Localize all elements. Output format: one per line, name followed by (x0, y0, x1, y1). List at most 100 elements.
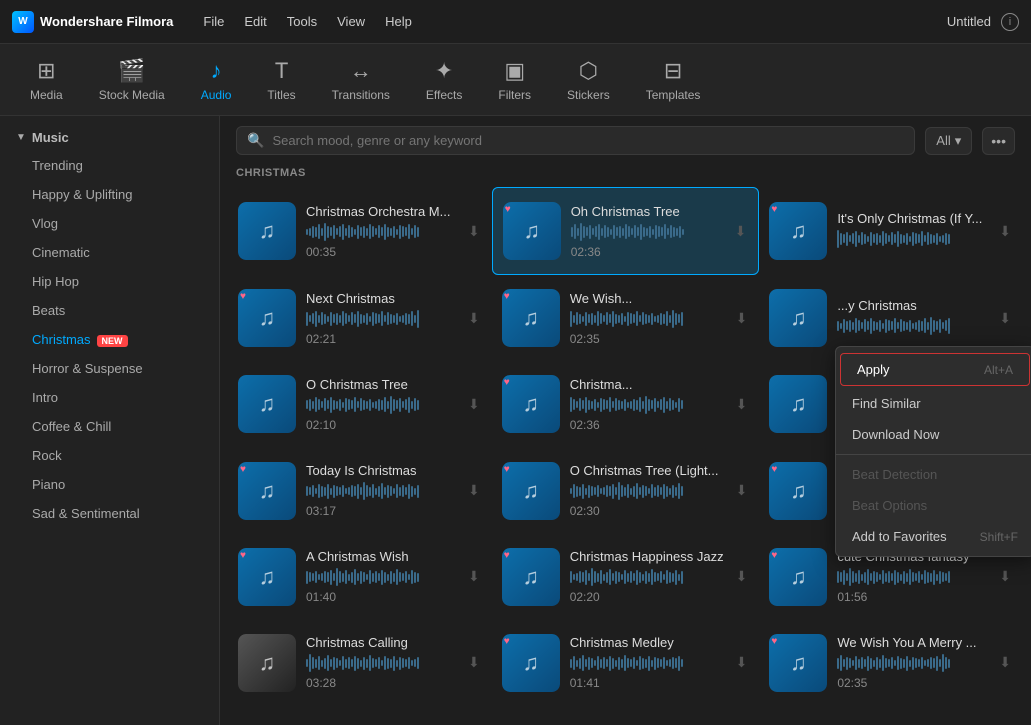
sidebar-item-beats[interactable]: Beats (0, 296, 219, 325)
wave-bar (888, 659, 890, 667)
sidebar-item-trending[interactable]: Trending (0, 151, 219, 180)
wave-bar (390, 486, 392, 496)
music-card-3[interactable]: ♫ ♥ It's Only Christmas (If Y... ⬇ (759, 187, 1023, 275)
sidebar-section-music[interactable]: ▼ Music (0, 124, 219, 151)
music-title-17: Christmas Medley (570, 635, 724, 650)
wave-bar (369, 570, 371, 584)
music-card-7[interactable]: ♫ O Christmas Tree 02:10 ⬇ (228, 361, 492, 447)
wave-bar (624, 487, 626, 496)
menu-item-tools[interactable]: Tools (287, 14, 317, 29)
wave-bar (363, 226, 365, 238)
menu-item-view[interactable]: View (337, 14, 365, 29)
download-button-15[interactable]: ⬇ (997, 566, 1013, 587)
wave-bar (405, 313, 407, 325)
context-menu-item-add-favorites[interactable]: Add to FavoritesShift+F (836, 521, 1031, 552)
download-button-16[interactable]: ⬇ (466, 652, 482, 673)
wave-bar (636, 660, 638, 666)
toolbar-item-effects[interactable]: ✦Effects (412, 52, 476, 108)
menu-item-edit[interactable]: Edit (244, 14, 266, 29)
sidebar-item-intro[interactable]: Intro (0, 383, 219, 412)
wave-bar (588, 573, 590, 581)
context-menu-item-download-now[interactable]: Download Now (836, 419, 1031, 450)
toolbar-item-media[interactable]: ⊞Media (16, 52, 77, 108)
sidebar-label-intro: Intro (32, 390, 58, 405)
wave-bar (336, 568, 338, 586)
download-button-3[interactable]: ⬇ (997, 221, 1013, 242)
toolbar-item-filters[interactable]: ▣Filters (484, 52, 545, 108)
toolbar-item-transitions[interactable]: ↔Transitions (318, 52, 404, 108)
wave-bar (585, 659, 587, 667)
download-button-4[interactable]: ⬇ (466, 308, 482, 329)
download-button-17[interactable]: ⬇ (734, 652, 750, 673)
search-bar[interactable]: 🔍 (236, 126, 915, 155)
album-art-10: ♫ ♥ (238, 462, 296, 520)
music-card-17[interactable]: ♫ ♥ Christmas Medley 01:41 ⬇ (492, 620, 760, 706)
music-info-15: cute Christmas fantasy 01:56 (837, 549, 987, 604)
sidebar-section-label: Music (32, 130, 69, 145)
sidebar-item-rock[interactable]: Rock (0, 441, 219, 470)
download-button-11[interactable]: ⬇ (734, 480, 750, 501)
sidebar-item-happy[interactable]: Happy & Uplifting (0, 180, 219, 209)
wave-bar (840, 572, 842, 582)
search-input[interactable] (272, 133, 904, 148)
music-card-14[interactable]: ♫ ♥ Christmas Happiness Jazz 02:20 ⬇ (492, 534, 760, 620)
sidebar-item-vlog[interactable]: Vlog (0, 209, 219, 238)
toolbar-item-stickers[interactable]: ⬡Stickers (553, 52, 624, 108)
context-menu-item-find-similar[interactable]: Find Similar (836, 388, 1031, 419)
download-button-7[interactable]: ⬇ (466, 394, 482, 415)
menu-item-help[interactable]: Help (385, 14, 412, 29)
wave-bar (912, 572, 914, 582)
toolbar-item-templates[interactable]: ⊟Templates (632, 52, 715, 108)
music-card-10[interactable]: ♫ ♥ Today Is Christmas 03:17 ⬇ (228, 447, 492, 533)
download-button-2[interactable]: ⬇ (733, 221, 749, 242)
context-menu-item-apply[interactable]: ApplyAlt+A (840, 353, 1030, 386)
download-button-18[interactable]: ⬇ (997, 652, 1013, 673)
wave-bar (891, 657, 893, 669)
wave-bar (348, 487, 350, 495)
wave-bar (628, 226, 630, 237)
music-card-2[interactable]: ♫ ♥ Oh Christmas Tree 02:36 ⬇ (492, 187, 760, 275)
music-card-5[interactable]: ♫ ♥ We Wish... 02:35 ⬇ (492, 275, 760, 361)
wave-bar (648, 656, 650, 671)
download-button-13[interactable]: ⬇ (466, 566, 482, 587)
wave-bar (609, 314, 611, 323)
download-button-6[interactable]: ⬇ (997, 308, 1013, 329)
toolbar-item-titles[interactable]: TTitles (253, 52, 309, 108)
toolbar-item-stock-media[interactable]: 🎬Stock Media (85, 52, 179, 108)
sidebar-item-hiphop[interactable]: Hip Hop (0, 267, 219, 296)
sidebar-item-christmas[interactable]: ChristmasNEW (0, 325, 219, 354)
menu-item-file[interactable]: File (203, 14, 224, 29)
filter-dropdown[interactable]: All ▾ (925, 127, 972, 155)
wave-bar (864, 659, 866, 667)
music-card-1[interactable]: ♫ Christmas Orchestra M... 00:35 ⬇ (228, 187, 492, 275)
toolbar-item-audio[interactable]: ♪Audio (187, 52, 246, 108)
filters-icon: ▣ (504, 58, 525, 84)
info-icon[interactable]: i (1001, 13, 1019, 31)
music-card-11[interactable]: ♫ ♥ O Christmas Tree (Light... 02:30 ⬇ (492, 447, 760, 533)
wave-bar (354, 486, 356, 496)
download-button-1[interactable]: ⬇ (466, 221, 482, 242)
sidebar-item-cinematic[interactable]: Cinematic (0, 238, 219, 267)
download-button-14[interactable]: ⬇ (734, 566, 750, 587)
music-card-8[interactable]: ♫ ♥ Christma... 02:36 ⬇ (492, 361, 760, 447)
wave-bar (390, 228, 392, 236)
sidebar-label-horror: Horror & Suspense (32, 361, 143, 376)
more-options-button[interactable]: ••• (982, 127, 1015, 155)
context-label-find-similar: Find Similar (852, 396, 921, 411)
download-button-5[interactable]: ⬇ (734, 308, 750, 329)
music-card-4[interactable]: ♫ ♥ Next Christmas 02:21 ⬇ (228, 275, 492, 361)
download-button-8[interactable]: ⬇ (734, 394, 750, 415)
wave-bar (633, 657, 635, 669)
wave-bar (342, 402, 344, 408)
sidebar-item-piano[interactable]: Piano (0, 470, 219, 499)
music-card-13[interactable]: ♫ ♥ A Christmas Wish 01:40 ⬇ (228, 534, 492, 620)
music-card-18[interactable]: ♫ ♥ We Wish You A Merry ... 02:35 ⬇ (759, 620, 1023, 706)
sidebar-item-horror[interactable]: Horror & Suspense (0, 354, 219, 383)
wave-bar (318, 484, 320, 498)
wave-bar (885, 573, 887, 582)
sidebar-item-coffee[interactable]: Coffee & Chill (0, 412, 219, 441)
music-card-16[interactable]: ♫ Christmas Calling 03:28 ⬇ (228, 620, 492, 706)
wave-bar (660, 659, 662, 667)
sidebar-item-sad[interactable]: Sad & Sentimental (0, 499, 219, 528)
download-button-10[interactable]: ⬇ (466, 480, 482, 501)
